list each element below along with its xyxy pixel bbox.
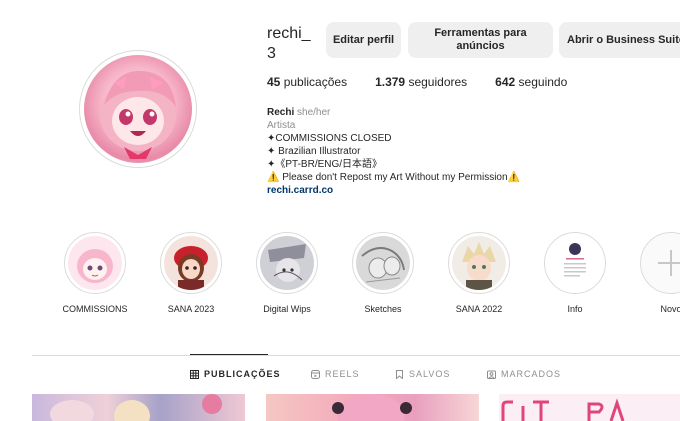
- tab-saved[interactable]: SALVOS: [395, 369, 450, 379]
- red-hair-girl-icon: [164, 236, 218, 290]
- highlight-label: COMMISSIONS: [62, 304, 128, 314]
- tab-label: SALVOS: [409, 369, 451, 379]
- active-tab-indicator: [190, 354, 268, 355]
- posts-count: 45: [267, 75, 281, 89]
- reels-icon: [311, 369, 320, 379]
- category: Artista: [267, 120, 296, 131]
- tab-label: MARCADOS: [501, 369, 562, 379]
- bio-line: ⚠️ Please don't Repost my Art Without my…: [267, 172, 521, 183]
- post-thumbnail[interactable]: [266, 394, 479, 421]
- post-thumbnail[interactable]: [499, 394, 680, 421]
- bio-link[interactable]: rechi.carrd.co: [267, 184, 520, 197]
- avatar-image: [84, 55, 192, 163]
- display-name: Rechi: [267, 107, 295, 118]
- tab-posts[interactable]: PUBLICAÇÕES: [190, 369, 281, 379]
- edit-profile-button[interactable]: Editar perfil: [326, 22, 401, 58]
- pronouns: she/her: [297, 107, 331, 118]
- posts-stat: 45 publicações: [267, 75, 347, 89]
- following-count: 642: [495, 75, 516, 89]
- pencil-sketch-icon: [356, 236, 410, 290]
- tagged-icon: [487, 370, 496, 379]
- followers-stat[interactable]: 1.379 seguidores: [375, 75, 467, 89]
- pink-chibi-icon: [68, 236, 122, 290]
- highlight-sketches[interactable]: Sketches: [343, 232, 423, 314]
- following-label: seguindo: [518, 75, 568, 89]
- blond-boy-icon: [452, 236, 506, 290]
- highlight-info[interactable]: Info: [535, 232, 615, 314]
- tab-tagged[interactable]: MARCADOS: [487, 369, 561, 379]
- posts-label: publicações: [283, 75, 348, 89]
- highlight-digital-wips[interactable]: Digital Wips: [247, 232, 327, 314]
- post-thumbnail[interactable]: [32, 394, 245, 421]
- bio-line: ✦COMMISSIONS CLOSED: [267, 133, 392, 144]
- plus-icon: [644, 236, 680, 290]
- story-highlights: COMMISSIONS SANA 2023 Digital Wips Sketc…: [0, 232, 680, 322]
- username: rechi_3: [267, 25, 311, 62]
- avatar-illustration: [100, 70, 176, 159]
- following-stat[interactable]: 642 seguindo: [495, 75, 567, 89]
- profile-tabs: PUBLICAÇÕES REELS SALVOS MARCADOS: [0, 369, 680, 383]
- followers-label: seguidores: [408, 75, 468, 89]
- highlight-label: Novo: [660, 304, 680, 314]
- bio-line: ✦《PT-BR/ENG/日本語》: [267, 159, 383, 170]
- highlight-label: Sketches: [364, 304, 402, 314]
- tab-label: PUBLICAÇÕES: [204, 369, 281, 379]
- grid-icon: [190, 369, 199, 379]
- highlight-label: Info: [567, 304, 583, 314]
- highlight-sana-2022[interactable]: SANA 2022: [439, 232, 519, 314]
- followers-count: 1.379: [375, 75, 406, 89]
- tabs-divider: [32, 355, 680, 356]
- profile-bio: Rechi she/her Artista ✦COMMISSIONS CLOSE…: [267, 106, 520, 197]
- tab-label: REELS: [325, 369, 360, 379]
- business-suite-button[interactable]: Abrir o Business Suite: [559, 22, 680, 58]
- highlight-label: Digital Wips: [263, 304, 311, 314]
- profile-stats: 45 publicações 1.379 seguidores 642 segu…: [267, 75, 595, 89]
- highlight-label: SANA 2022: [455, 304, 503, 314]
- grey-sketch-icon: [260, 236, 314, 290]
- bookmark-icon: [396, 369, 403, 379]
- profile-avatar[interactable]: [79, 50, 197, 168]
- info-card-icon: [548, 236, 602, 290]
- highlight-commissions[interactable]: COMMISSIONS: [55, 232, 135, 314]
- highlight-label: SANA 2023: [167, 304, 215, 314]
- highlight-sana-2023[interactable]: SANA 2023: [151, 232, 231, 314]
- tab-reels[interactable]: REELS: [311, 369, 360, 379]
- ad-tools-button[interactable]: Ferramentas para anúncios: [408, 22, 553, 58]
- highlight-new[interactable]: Novo: [631, 232, 680, 314]
- bio-line: ✦ Brazilian Illustrator: [267, 146, 361, 157]
